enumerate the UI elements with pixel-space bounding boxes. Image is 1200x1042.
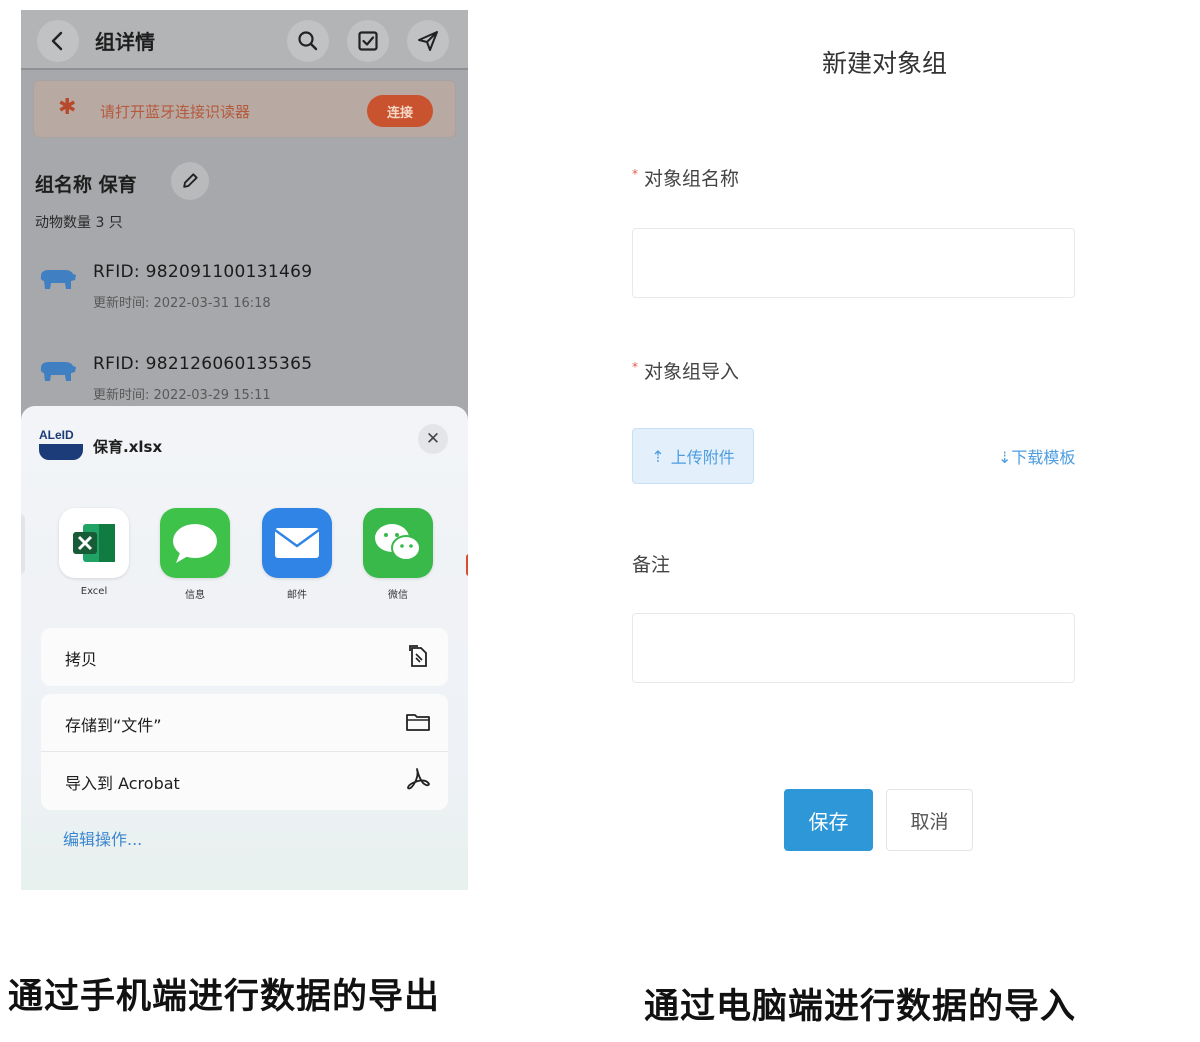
rfid-number: RFID: 982126060135365 bbox=[93, 354, 313, 374]
action-group: 拷贝 bbox=[41, 628, 448, 686]
upload-icon: ⇡ bbox=[651, 446, 665, 466]
folder-icon bbox=[406, 714, 430, 731]
pencil-icon bbox=[183, 173, 198, 188]
cancel-button[interactable]: 取消 bbox=[886, 789, 973, 851]
share-app-excel[interactable]: Excel bbox=[58, 508, 130, 597]
share-button[interactable] bbox=[407, 20, 449, 62]
aleid-logo: ALeID bbox=[39, 428, 85, 468]
animal-count: 动物数量 3 只 bbox=[35, 215, 123, 231]
nav-bar: 组详情 bbox=[21, 10, 468, 70]
share-app-mail[interactable]: 邮件 bbox=[261, 508, 333, 601]
copy-icon bbox=[409, 645, 427, 667]
download-icon: ⇣ bbox=[998, 448, 1012, 467]
required-mark: * bbox=[632, 359, 638, 374]
connect-button[interactable]: 连接 bbox=[367, 95, 433, 127]
upload-button[interactable]: ⇡ 上传附件 bbox=[632, 428, 754, 484]
import-label: * 对象组导入 bbox=[632, 359, 740, 383]
group-name-input[interactable] bbox=[632, 228, 1075, 298]
share-sheet: ALeID 保育.xlsx ✕ Excel 信息 邮件 微信 拷贝 存储到“文件… bbox=[21, 406, 468, 890]
bluetooth-banner: ✱ 请打开蓝牙连接识读器 连接 bbox=[33, 80, 456, 138]
bluetooth-icon: ✱ bbox=[58, 95, 77, 120]
save-button[interactable]: 保存 bbox=[784, 789, 873, 851]
form-title: 新建对象组 bbox=[822, 49, 948, 78]
file-name: 保育.xlsx bbox=[93, 438, 163, 456]
mail-icon bbox=[262, 508, 332, 578]
wechat-icon bbox=[363, 508, 433, 578]
select-button[interactable] bbox=[347, 20, 389, 62]
search-icon bbox=[298, 31, 318, 51]
app-scroll-edge bbox=[466, 554, 468, 576]
action-group: 存储到“文件” 导入到 Acrobat bbox=[41, 694, 448, 810]
acrobat-icon bbox=[407, 768, 430, 790]
caption-right: 通过电脑端进行数据的导入 bbox=[644, 987, 1077, 1027]
bluetooth-message: 请打开蓝牙连接识读器 bbox=[100, 103, 251, 121]
action-copy[interactable]: 拷贝 bbox=[41, 628, 448, 686]
remark-label: 备注 bbox=[632, 554, 671, 576]
update-time: 更新时间: 2022-03-29 15:11 bbox=[93, 388, 271, 403]
pig-icon bbox=[40, 362, 76, 381]
pig-icon bbox=[40, 270, 76, 289]
edit-name-button[interactable] bbox=[171, 162, 209, 200]
close-button[interactable]: ✕ bbox=[418, 424, 448, 454]
action-save-to-files[interactable]: 存储到“文件” bbox=[41, 694, 448, 752]
send-icon bbox=[418, 31, 438, 51]
update-time: 更新时间: 2022-03-31 16:18 bbox=[93, 296, 271, 311]
page-title: 组详情 bbox=[95, 30, 155, 54]
search-button[interactable] bbox=[287, 20, 329, 62]
list-item[interactable]: RFID: 982091100131469 更新时间: 2022-03-31 1… bbox=[21, 262, 468, 332]
phone-screenshot: 组详情 ✱ 请打开蓝牙连接识读器 连接 组名称 保育 动物数量 3 只 RFID… bbox=[21, 10, 468, 890]
close-icon: ✕ bbox=[425, 429, 441, 449]
caption-left: 通过手机端进行数据的导出 bbox=[8, 977, 441, 1017]
back-button[interactable] bbox=[37, 20, 79, 62]
chevron-left-icon bbox=[51, 31, 63, 51]
checkbox-icon bbox=[358, 31, 378, 51]
download-template-link[interactable]: ⇣下载模板 bbox=[998, 444, 1075, 468]
messages-icon bbox=[160, 508, 230, 578]
excel-icon bbox=[59, 508, 129, 578]
name-label: * 对象组名称 bbox=[632, 166, 740, 190]
share-app-messages[interactable]: 信息 bbox=[159, 508, 231, 601]
rfid-number: RFID: 982091100131469 bbox=[93, 262, 313, 282]
group-name: 组名称 保育 bbox=[35, 174, 137, 196]
remark-input[interactable] bbox=[632, 613, 1075, 683]
edit-actions-link[interactable]: 编辑操作... bbox=[63, 826, 142, 850]
required-mark: * bbox=[632, 166, 638, 181]
action-import-acrobat[interactable]: 导入到 Acrobat bbox=[41, 752, 448, 810]
share-app-wechat[interactable]: 微信 bbox=[362, 508, 434, 601]
app-scroll-edge bbox=[21, 514, 25, 574]
